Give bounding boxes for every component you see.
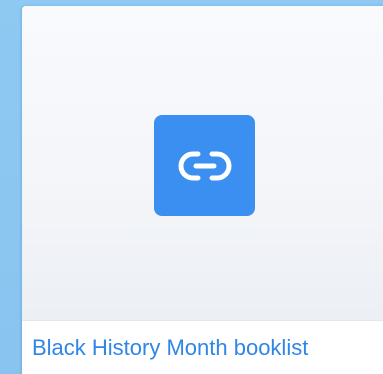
resource-card[interactable]: Black History Month booklist [22,6,383,374]
card-thumbnail[interactable] [22,6,383,321]
card-title-link[interactable]: Black History Month booklist [32,334,308,362]
link-badge [154,115,255,216]
link-icon [174,135,236,197]
